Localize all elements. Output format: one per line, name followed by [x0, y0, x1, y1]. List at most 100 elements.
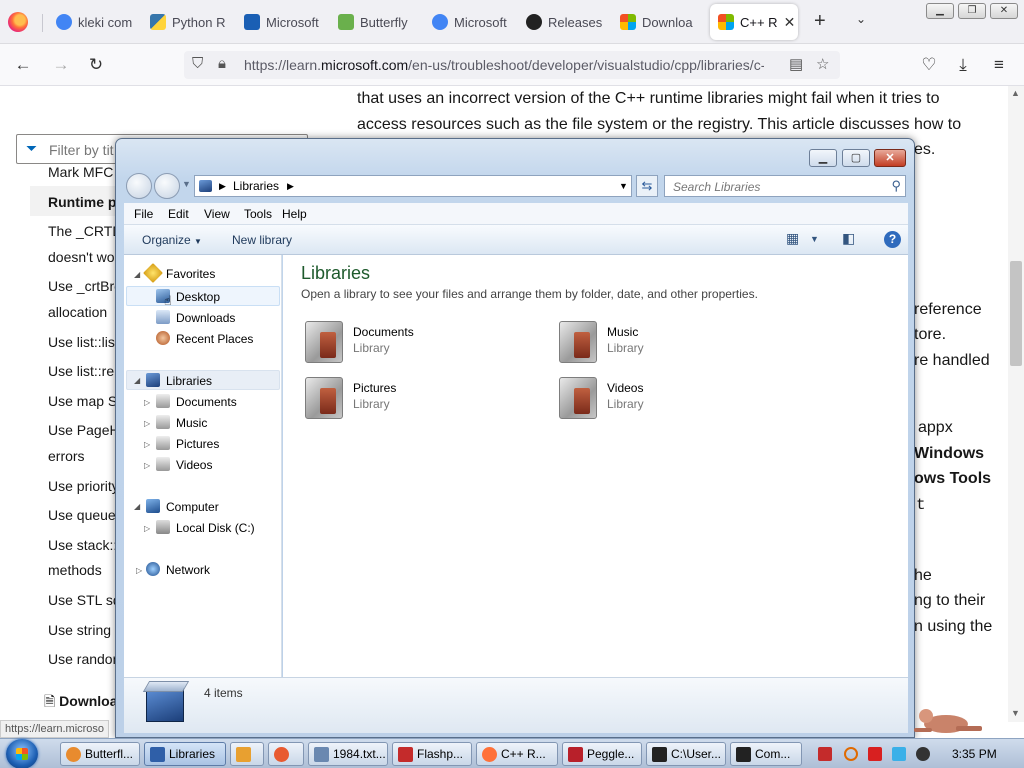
tab-kleki[interactable]: kleki com — [48, 4, 134, 40]
toc-item[interactable]: Mark MFC — [48, 164, 113, 180]
search-icon[interactable] — [844, 747, 858, 761]
toc-item[interactable]: allocation — [48, 304, 107, 320]
collapsed-arrow-icon[interactable]: ▷ — [144, 419, 150, 428]
nav-local-disk[interactable]: Local Disk (C:) — [176, 521, 255, 535]
tab-microsoft-2[interactable]: Microsoft — [424, 4, 510, 40]
toc-item[interactable]: The _CRTD — [48, 223, 122, 239]
expand-arrow-icon[interactable]: ◢ — [134, 376, 140, 385]
toc-item[interactable]: Use stack::t — [48, 537, 121, 553]
menu-help[interactable]: Help — [282, 207, 307, 221]
bookmark-star-icon[interactable]: ☆ — [816, 55, 829, 73]
back-button[interactable] — [126, 173, 152, 199]
explorer-close-button[interactable]: ✕ — [874, 149, 906, 167]
expand-arrow-icon[interactable]: ◢ — [134, 502, 140, 511]
menu-edit[interactable]: Edit — [168, 207, 189, 221]
restore-button[interactable]: ❐ — [958, 3, 986, 19]
tab-butterfly[interactable]: Butterfly — [330, 4, 416, 40]
close-window-button[interactable]: ✕ — [990, 3, 1018, 19]
help-icon[interactable]: ? — [884, 231, 901, 248]
menu-file[interactable]: File — [134, 207, 153, 221]
reader-view-icon[interactable]: ▤ — [789, 55, 803, 73]
vivaldi-icon[interactable] — [818, 747, 832, 761]
downloads-icon[interactable]: ⤓ — [952, 54, 974, 76]
tab-download[interactable]: Downloa — [612, 4, 698, 40]
taskbar-button-peggle[interactable]: Peggle... — [562, 742, 642, 766]
toc-item[interactable]: Use _crtBre — [48, 278, 122, 294]
chevron-down-icon[interactable]: ⌄ — [856, 12, 866, 26]
preview-pane-icon[interactable]: ◧ — [842, 230, 855, 247]
clock[interactable]: 3:35 PM — [952, 747, 997, 761]
refresh-button[interactable]: ⇆ — [636, 175, 658, 197]
toc-item[interactable]: Use randon — [48, 651, 120, 667]
view-options-chevron-icon[interactable]: ▼ — [810, 234, 819, 244]
taskbar-button-libraries[interactable]: Libraries — [144, 742, 226, 766]
address-dropdown-icon[interactable]: ▼ — [619, 181, 628, 191]
taskbar-button-flashpoint[interactable]: Flashp... — [392, 742, 472, 766]
scroll-up-icon[interactable]: ▲ — [1011, 88, 1020, 98]
pocket-icon[interactable]: ♡ — [918, 54, 940, 76]
menu-tools[interactable]: Tools — [244, 207, 272, 221]
collapsed-arrow-icon[interactable]: ▷ — [144, 398, 150, 407]
address-bar[interactable]: ▶ Libraries ▶ ▼ — [194, 175, 632, 197]
taskbar-button-cmd[interactable]: Com... — [730, 742, 802, 766]
taskbar-button-1984[interactable]: 1984.txt... — [308, 742, 388, 766]
url-text[interactable]: https://learn.microsoft.com/en-us/troubl… — [244, 57, 764, 73]
explorer-window[interactable]: ▁ ▢ ✕ ▼ ▶ Libraries ▶ ▼ ⇆ Search Librari… — [115, 138, 915, 738]
back-icon[interactable]: ← — [12, 54, 34, 76]
nav-downloads[interactable]: Downloads — [176, 311, 235, 325]
minimize-button[interactable]: ▁ — [926, 3, 954, 19]
toc-item[interactable]: Use list::list — [48, 334, 119, 350]
nav-libraries[interactable]: Libraries — [166, 374, 212, 388]
tab-cpp-runtime[interactable]: C++ R ✕ — [710, 4, 798, 40]
library-item-pictures[interactable]: Pictures Library — [301, 375, 531, 421]
toc-item[interactable]: Use priority — [48, 478, 119, 494]
url-bar[interactable]: ⛉ 🔒︎ https://learn.microsoft.com/en-us/t… — [184, 51, 840, 79]
explorer-minimize-button[interactable]: ▁ — [809, 149, 837, 167]
explorer-maximize-button[interactable]: ▢ — [842, 149, 870, 167]
volume-icon[interactable] — [916, 747, 930, 761]
breadcrumb-arrow-icon[interactable]: ▶ — [287, 181, 294, 192]
organize-button[interactable]: Organize ▼ — [142, 233, 202, 247]
library-item-videos[interactable]: Videos Library — [555, 375, 785, 421]
collapsed-arrow-icon[interactable]: ▷ — [144, 440, 150, 449]
lock-icon[interactable]: 🔒︎ — [218, 55, 226, 72]
collapsed-arrow-icon[interactable]: ▷ — [144, 461, 150, 470]
toc-item[interactable]: errors — [48, 448, 85, 464]
shield-icon[interactable]: ⛉ — [192, 55, 203, 72]
page-scrollbar[interactable]: ▲ ▼ — [1008, 86, 1024, 722]
collapsed-arrow-icon[interactable]: ▷ — [136, 566, 142, 575]
breadcrumb-libraries[interactable]: Libraries — [233, 179, 279, 193]
library-item-music[interactable]: Music Library — [555, 319, 785, 365]
collapsed-arrow-icon[interactable]: ▷ — [144, 524, 150, 533]
monitor-icon[interactable] — [892, 747, 906, 761]
scrollbar-thumb[interactable] — [1010, 261, 1022, 366]
new-tab-icon[interactable]: + — [814, 10, 826, 33]
nav-recent-places[interactable]: Recent Places — [176, 332, 253, 346]
nav-music[interactable]: Music — [176, 416, 207, 430]
flag-icon[interactable] — [868, 747, 882, 761]
hamburger-menu-icon[interactable]: ≡ — [988, 54, 1010, 76]
taskbar-button-7zip[interactable]: C:\User... — [646, 742, 726, 766]
toc-item[interactable]: Use list::rer — [48, 363, 119, 379]
expand-arrow-icon[interactable]: ◢ — [134, 270, 140, 279]
breadcrumb-arrow-icon[interactable]: ▶ — [219, 181, 226, 192]
firefox-logo-icon[interactable] — [8, 12, 28, 32]
new-library-button[interactable]: New library — [232, 233, 292, 247]
tab-python[interactable]: Python R — [142, 4, 228, 40]
taskbar-button-media[interactable] — [230, 742, 264, 766]
nav-network[interactable]: Network — [166, 563, 210, 577]
toc-item[interactable]: methods — [48, 562, 102, 578]
nav-computer[interactable]: Computer — [166, 500, 219, 514]
library-item-documents[interactable]: Documents Library — [301, 319, 531, 365]
tab-releases[interactable]: Releases — [518, 4, 604, 40]
change-view-icon[interactable]: ▦ — [786, 230, 799, 247]
start-button[interactable] — [6, 739, 38, 768]
nav-desktop[interactable]: Desktop — [176, 290, 220, 304]
tab-microsoft-1[interactable]: Microsoft — [236, 4, 322, 40]
menu-view[interactable]: View — [204, 207, 230, 221]
reload-icon[interactable]: ↻ — [85, 54, 107, 76]
taskbar-button-app[interactable] — [268, 742, 304, 766]
nav-pictures[interactable]: Pictures — [176, 437, 219, 451]
toc-item[interactable]: Use PageH — [48, 422, 120, 438]
nav-favorites[interactable]: Favorites — [166, 267, 215, 281]
